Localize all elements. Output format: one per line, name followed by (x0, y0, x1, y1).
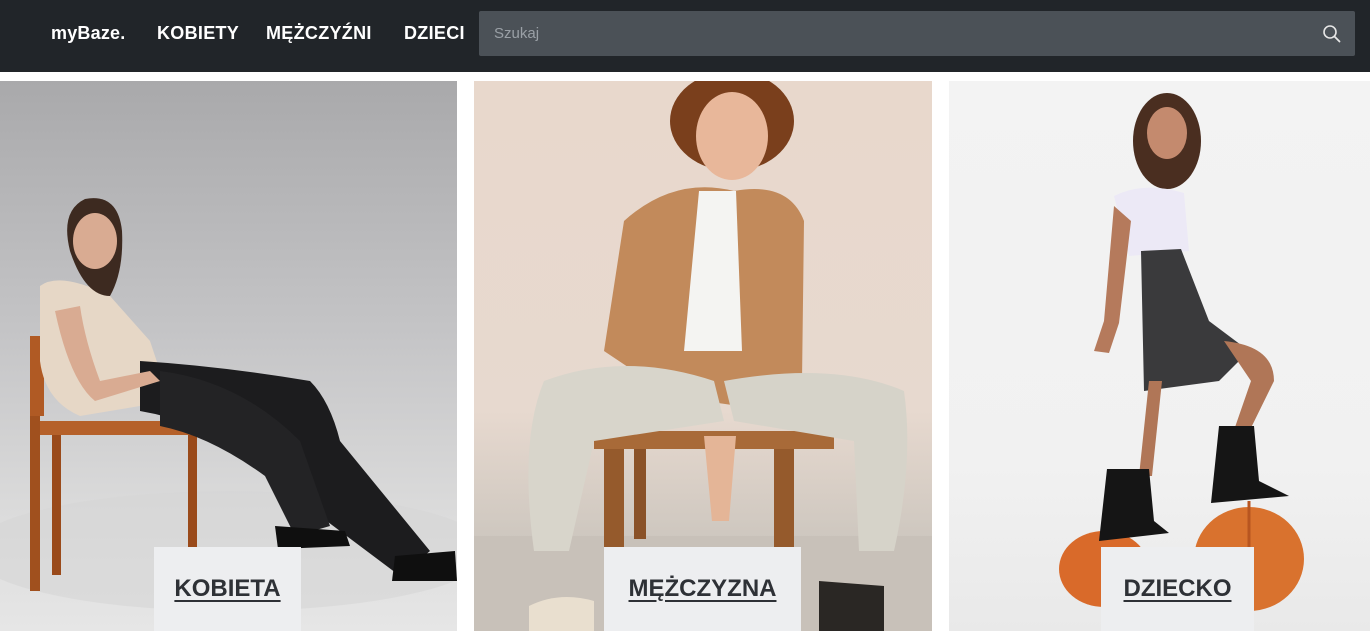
category-link-kobieta[interactable]: KOBIETA (154, 547, 301, 631)
category-tile-mezczyzna[interactable]: MĘŻCZYZNA (474, 81, 932, 631)
category-tile-kobieta[interactable]: KOBIETA (0, 81, 457, 631)
search-icon[interactable] (1322, 24, 1341, 43)
search-input[interactable] (479, 11, 1309, 56)
nav-link-mezczyzni[interactable]: MĘŻCZYŹNI (266, 23, 372, 44)
category-link-mezczyzna[interactable]: MĘŻCZYZNA (604, 547, 801, 631)
brand-logo[interactable]: myBaze. (51, 23, 125, 44)
top-navbar: myBaze. KOBIETY MĘŻCZYŹNI DZIECI (0, 0, 1370, 72)
category-tile-dziecko[interactable]: DZIECKO (949, 81, 1370, 631)
nav-link-kobiety[interactable]: KOBIETY (157, 23, 239, 44)
category-link-dziecko[interactable]: DZIECKO (1101, 547, 1254, 631)
nav-link-dzieci[interactable]: DZIECI (404, 23, 465, 44)
search-bar (479, 11, 1355, 56)
